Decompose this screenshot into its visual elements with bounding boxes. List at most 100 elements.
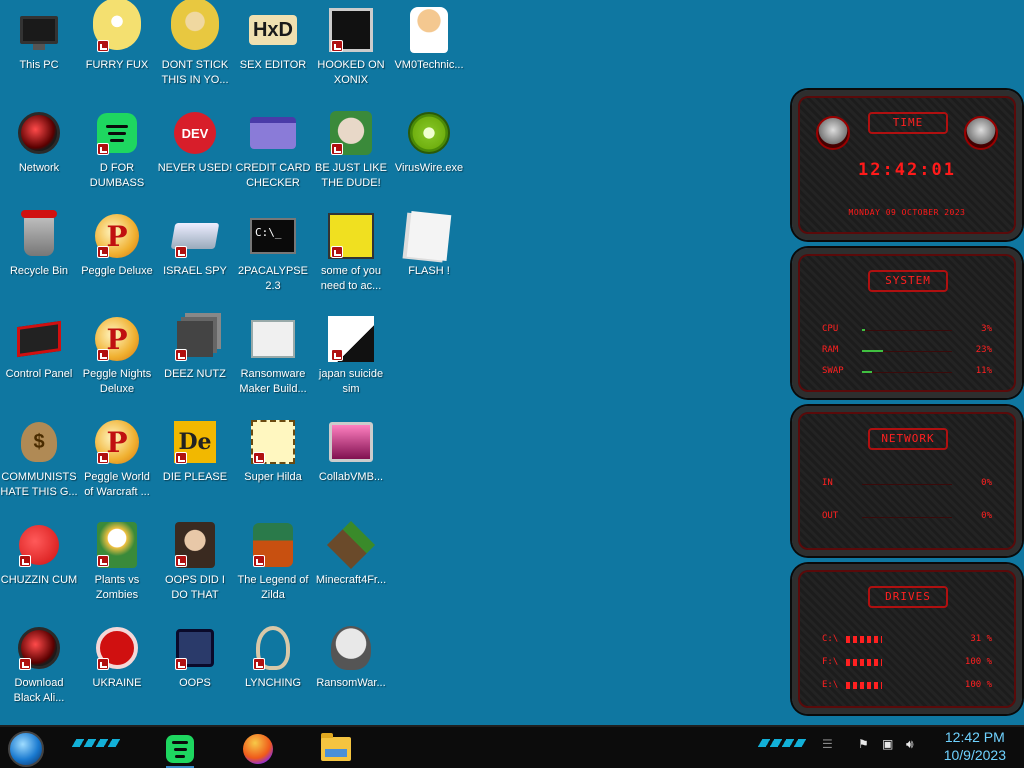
desktop-icon-label: Peggle World of Warcraft ...: [84, 471, 150, 498]
cpu-bar: [862, 329, 952, 331]
taskbar-clock[interactable]: 12:42 PM 10/9/2023: [944, 728, 1006, 764]
desktop-icon-dont-stick[interactable]: DONT STICK THIS IN YO...: [156, 0, 234, 100]
shortcut-badge-icon: [19, 555, 31, 567]
desktop-icon-hooked-on-xonix[interactable]: HOOKED ON XONIX: [312, 0, 390, 100]
desktop-icon-label: This PC: [19, 59, 59, 71]
desktop-icon-label: DIE PLEASE: [162, 471, 228, 483]
desktop-icon-label: Peggle Deluxe: [81, 265, 153, 277]
desktop-icon-credit-card-checker[interactable]: CREDIT CARD CHECKER: [234, 103, 312, 203]
desktop-icon-recycle-bin[interactable]: Recycle Bin: [0, 206, 78, 306]
taskbar-app-spotify[interactable]: [162, 732, 198, 768]
desktop-icon-peggle-deluxe[interactable]: P Peggle Deluxe: [78, 206, 156, 306]
money-bag-icon: $: [21, 422, 57, 462]
desktop-icon-die-please[interactable]: De DIE PLEASE: [156, 412, 234, 512]
window-icon: [251, 320, 295, 358]
cpu-label: CPU: [822, 324, 839, 334]
desktop-icon-label: japan suicide sim: [318, 368, 384, 395]
cpu-value: 3%: [981, 324, 992, 334]
net-in-value: 0%: [981, 478, 992, 488]
ram-bar: [862, 350, 952, 352]
desktop-icon-flash[interactable]: FLASH !: [390, 206, 468, 306]
taskbar-date: 10/9/2023: [943, 747, 1006, 763]
shortcut-badge-icon: [97, 658, 109, 670]
taskbar-decoration: [71, 739, 121, 747]
time-panel-title: TIME: [868, 112, 948, 134]
desktop-icon-ransomware-maker[interactable]: Ransomware Maker Build...: [234, 309, 312, 409]
taskbar-app-firefox[interactable]: [240, 732, 276, 766]
desktop-icon-plants-vs-zombies[interactable]: Plants vs Zombies: [78, 515, 156, 615]
network-icon[interactable]: ▣: [882, 737, 893, 751]
desktop-icon-ukraine[interactable]: UKRAINE: [78, 618, 156, 718]
desktop: This PC Network Recycle Bin Control Pane…: [0, 0, 780, 725]
desktop-icon-communists[interactable]: $ COMMUNISTS HATE THIS G...: [0, 412, 78, 512]
desktop-icon-label: VM0Technic...: [394, 59, 464, 71]
desktop-icon-network[interactable]: Network: [0, 103, 78, 203]
desktop-icon-never-used[interactable]: DEV NEVER USED!: [156, 103, 234, 203]
shortcut-badge-icon: [19, 658, 31, 670]
recycle-bin-icon: [21, 210, 57, 256]
desktop-icon-vm0technic[interactable]: VM0Technic...: [390, 0, 468, 100]
shortcut-badge-icon: [253, 658, 265, 670]
desktop-icon-peggle-nights[interactable]: P Peggle Nights Deluxe: [78, 309, 156, 409]
swap-bar-fill: [862, 371, 872, 373]
widget-clock: 12:42:01: [858, 160, 956, 180]
desktop-icon-be-just-like-the-dude[interactable]: BE JUST LIKE THE DUDE!: [312, 103, 390, 203]
desktop-icon-chuzzin[interactable]: CHUZZIN CUM: [0, 515, 78, 615]
shortcut-badge-icon: [331, 40, 343, 52]
desktop-icon-label: CHUZZIN CUM: [0, 574, 78, 586]
drive-f-bar: [846, 659, 882, 666]
widget-date: MONDAY 09 OCTOBER 2023: [848, 208, 966, 217]
hxd-icon: HxD: [249, 15, 297, 45]
desktop-icon-label: FURRY FUX: [85, 59, 149, 71]
desktop-icon-label: RansomWar...: [316, 677, 386, 689]
desktop-icon-israel-spy[interactable]: ISRAEL SPY: [156, 206, 234, 306]
computer-icon: [20, 16, 58, 50]
desktop-icon-label: COMMUNISTS HATE THIS G...: [0, 471, 78, 498]
desktop-icon-download-black-ali[interactable]: Download Black Ali...: [0, 618, 78, 718]
desktop-icon-2pacalypse[interactable]: C:\_ 2PACALYPSE 2.3: [234, 206, 312, 306]
desktop-icon-oops-did-i[interactable]: OOPS DID I DO THAT: [156, 515, 234, 615]
drive-c-value: 31 %: [970, 634, 992, 644]
net-out-value: 0%: [981, 511, 992, 521]
desktop-icon-furry-fux[interactable]: FURRY FUX: [78, 0, 156, 100]
desktop-icon-label: Plants vs Zombies: [94, 574, 140, 601]
shortcut-badge-icon: [97, 143, 109, 155]
desktop-icon-lynching[interactable]: LYNCHING: [234, 618, 312, 718]
start-button[interactable]: [8, 731, 44, 767]
desktop-icon-label: FLASH !: [408, 265, 450, 277]
net-out-graph: [862, 517, 952, 518]
desktop-icon-viruswire[interactable]: VirusWire.exe: [390, 103, 468, 203]
desktop-icon-sex-editor[interactable]: HxD SEX EDITOR: [234, 0, 312, 100]
desktop-icon-control-panel[interactable]: Control Panel: [0, 309, 78, 409]
desktop-icon-some-of-you[interactable]: some of you need to ac...: [312, 206, 390, 306]
desktop-icon-peggle-wow[interactable]: P Peggle World of Warcraft ...: [78, 412, 156, 512]
volume-icon[interactable]: 🔊︎: [906, 737, 914, 752]
desktop-icon-label: Control Panel: [5, 368, 73, 380]
desktop-icon-collabvm[interactable]: CollabVMB...: [312, 412, 390, 512]
lime-icon: [408, 112, 450, 154]
drives-panel: DRIVES C:\ 31 % F:\ 100 % E:\ 100 %: [792, 564, 1022, 714]
desktop-icon-ransomwar[interactable]: RansomWar...: [312, 618, 390, 718]
desktop-icon-this-pc[interactable]: This PC: [0, 0, 78, 100]
desktop-icon-label: BE JUST LIKE THE DUDE!: [315, 162, 387, 189]
desktop-icon-minecraft[interactable]: Minecraft4Fr...: [312, 515, 390, 615]
flag-icon[interactable]: ⚑: [858, 737, 869, 751]
terminal-icon: C:\_: [250, 218, 296, 254]
desktop-icon-label: VirusWire.exe: [394, 162, 464, 174]
taskbar-app-file-explorer[interactable]: [318, 732, 354, 766]
desktop-icon-super-hilda[interactable]: Super Hilda: [234, 412, 312, 512]
ram-row: RAM 23%: [822, 345, 992, 359]
desktop-icon-legend-of-zilda[interactable]: The Legend of Zilda: [234, 515, 312, 615]
desktop-icon-label: NEVER USED!: [157, 162, 233, 174]
desktop-icon-label: UKRAINE: [92, 677, 142, 689]
show-hidden-icons-icon[interactable]: ☰: [822, 737, 833, 751]
desktop-icon-oops[interactable]: OOPS: [156, 618, 234, 718]
desktop-icon-label: some of you need to ac...: [320, 265, 382, 292]
desktop-icon-japan-suicide-sim[interactable]: japan suicide sim: [312, 309, 390, 409]
desktop-icon-deez-nutz[interactable]: DEEZ NUTZ: [156, 309, 234, 409]
desktop-icon-d-for-dumbass[interactable]: D FOR DUMBASS: [78, 103, 156, 203]
firefox-icon: [243, 734, 273, 764]
swap-row: SWAP 11%: [822, 366, 992, 380]
shortcut-badge-icon: [175, 246, 187, 258]
alien-head-icon: [816, 116, 850, 150]
